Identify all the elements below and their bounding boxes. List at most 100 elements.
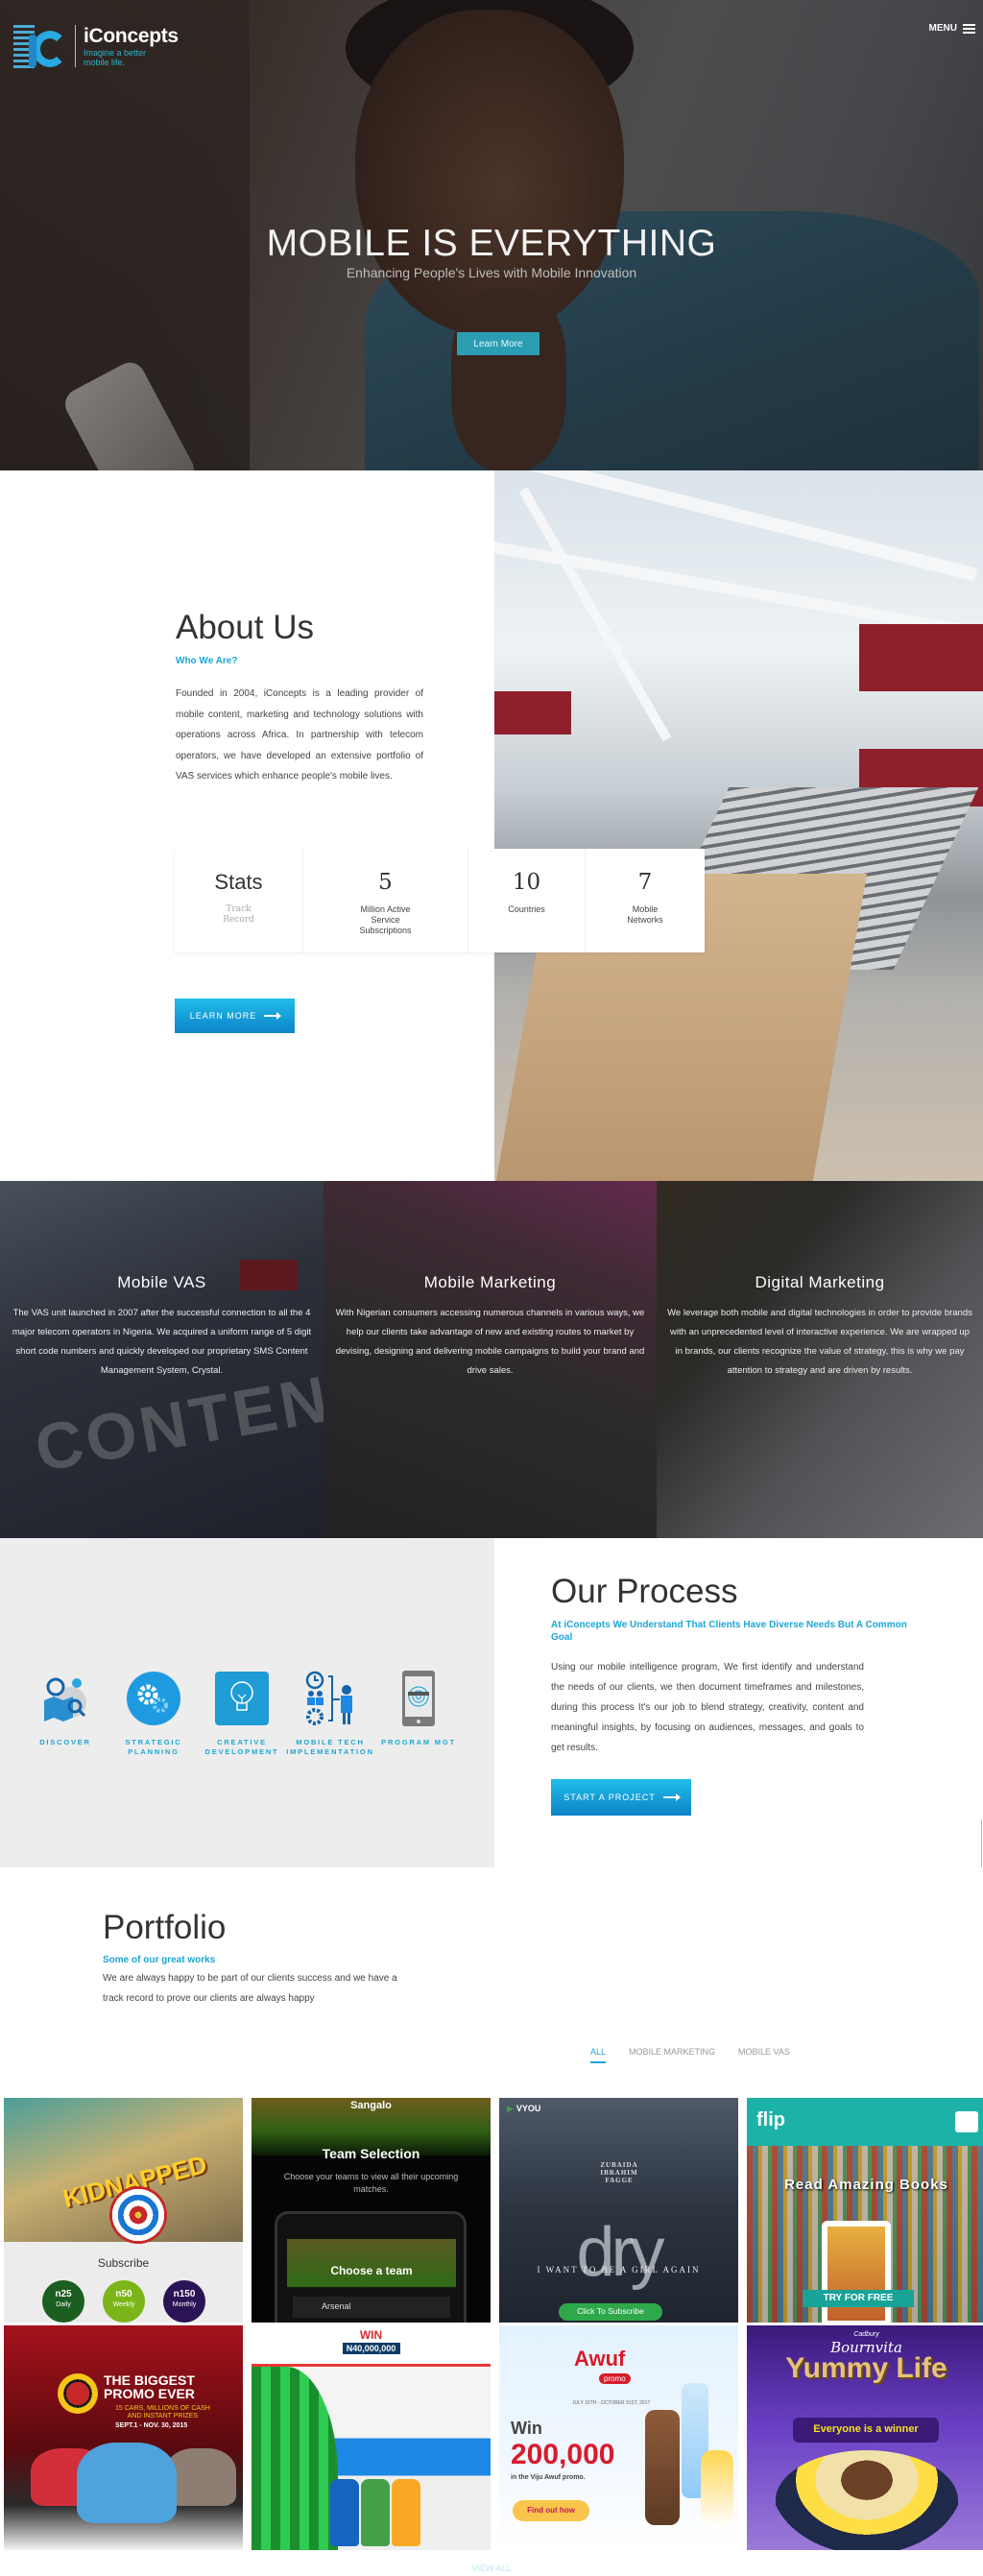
portfolio-item-flip[interactable]: flip Read Amazing Books TRY FOR FREE [747, 2098, 983, 2323]
viju-dates: JULY 15TH - OCTOBER 31ST, 2017 [572, 2400, 651, 2406]
portfolio-item-viju-awuf[interactable]: Awuf promo JULY 15TH - OCTOBER 31ST, 201… [499, 2325, 738, 2550]
bottle-yellow [392, 2479, 420, 2546]
win-headline: WIN N40,000,000 [252, 2329, 491, 2354]
view-all-link[interactable]: VIEW ALL [0, 2564, 983, 2573]
process-step-mobile-tech: MOBILE TECH IMPLEMENTATION [286, 1671, 374, 1757]
service-text: With Nigerian consumers accessing numero… [335, 1308, 645, 1376]
logo-tagline-1: Imagine a better [84, 48, 147, 58]
portfolio-item-bournvita[interactable]: Cadbury Bournvita Yummy Life Everyone is… [747, 2325, 983, 2550]
stats-caption: Track Record [223, 904, 254, 925]
scrollbar-indicator[interactable] [981, 1819, 982, 1867]
gulder-dates: SEPT.1 - NOV. 30, 2015 [115, 2422, 188, 2429]
service-mobile-vas: CONTENT Mobile VAS The VAS unit launched… [0, 1181, 324, 1538]
service-title: Mobile VAS [117, 1273, 206, 1291]
awuf-promo-tag: promo [599, 2373, 631, 2384]
phone-mockup: Choose a team Arsenal [275, 2211, 467, 2323]
viju-desc: in the Viju Awuf promo. [511, 2474, 586, 2481]
logo-name: iConcepts [84, 25, 179, 47]
film-credit: ZUBAIDA IBRAHIM FAGGE [600, 2161, 638, 2184]
process-title: Our Process [551, 1573, 738, 1610]
stats-panel: Stats Track Record 5 Million Active Serv… [175, 849, 705, 952]
process-step-discover: DISCOVER [21, 1671, 109, 1757]
portfolio-item-gulder[interactable]: THE BIGGEST PROMO EVER 15 CARS, MILLIONS … [4, 2325, 243, 2550]
yummy-life-headline: Yummy Life [785, 2352, 947, 2384]
hero-section: iConcepts Imagine a better mobile life. … [0, 0, 983, 470]
stat-value: 10 [512, 870, 541, 895]
try-for-free-button: TRY FOR FREE [803, 2290, 914, 2307]
start-project-label: START A PROJECT [563, 1793, 656, 1802]
stat-networks: 7 Mobile Networks [586, 849, 705, 952]
portfolio-item-vyou[interactable]: VYOU ZUBAIDA IBRAHIM FAGGE dry I WANT TO… [499, 2098, 738, 2323]
hero-subtitle: Enhancing People's Lives with Mobile Inn… [346, 265, 637, 280]
site-logo[interactable]: iConcepts Imagine a better mobile life. [13, 21, 179, 71]
logo-text: iConcepts Imagine a better mobile life. [84, 25, 179, 67]
portfolio-item-kidnapped[interactable]: KIDNAPPED Subscribe n25 Daily n50 Weekly n… [4, 2098, 243, 2323]
gulder-subline: 15 CARS, MILLIONS OF CASH AND INSTANT PRI… [115, 2405, 210, 2420]
stat-label: Countries [508, 904, 545, 914]
tablet-book-cover [822, 2221, 891, 2323]
sangalo-desc: Choose your teams to view all their upco… [283, 2172, 459, 2194]
plan-weekly: n50 Weekly [103, 2280, 145, 2323]
filter-all[interactable]: ALL [590, 2047, 607, 2063]
learn-more-label: LEARN MORE [189, 1011, 257, 1021]
film-tagline: I WANT TO BE A GIRL AGAIN [537, 2265, 701, 2275]
portfolio-text: We are always happy to be part of our cl… [103, 1973, 397, 2004]
menu-button[interactable]: MENU [929, 23, 975, 34]
portfolio-item-morning-fresh[interactable]: WIN N40,000,000 [252, 2325, 491, 2550]
filter-mobile-vas[interactable]: MOBILE VAS [738, 2047, 790, 2057]
vyou-brand: VYOU [507, 2104, 541, 2114]
viju-amount: 200,000 [511, 2439, 615, 2470]
family-image [776, 2450, 958, 2550]
stat-subscriptions: 5 Million Active Service Subscriptions [303, 849, 468, 952]
service-digital-marketing: Digital Marketing We leverage both mobil… [657, 1181, 983, 1538]
process-steps: DISCOVER STRATEGIC PLANNING CREATIVE DEV… [21, 1671, 463, 1757]
process-step-program-mgt: PROGRAM MGT [374, 1671, 463, 1757]
arrow-right-icon [264, 1012, 282, 1020]
gulder-headline: THE BIGGEST PROMO EVER [104, 2372, 195, 2401]
logo-divider [75, 25, 76, 67]
logo-tagline-2: mobile life. [84, 58, 126, 67]
service-mobile-marketing: Mobile Marketing With Nigerian consumers… [324, 1181, 657, 1538]
lightbulb-icon [214, 1671, 270, 1726]
team-row: Arsenal [293, 2297, 450, 2318]
fingerprint-phone-icon [391, 1671, 446, 1726]
stat-countries: 10 Countries [468, 849, 586, 952]
blue-car-image [77, 2443, 177, 2523]
search-menu-icon [955, 2111, 978, 2132]
process-subtitle: At iConcepts We Understand That Clients … [551, 1620, 907, 1643]
hero-learn-more-button[interactable]: Learn More [457, 332, 539, 355]
about-text: Founded in 2004, iConcepts is a leading … [176, 688, 423, 782]
service-text: We leverage both mobile and digital tech… [667, 1308, 972, 1376]
start-project-button[interactable]: START A PROJECT [551, 1779, 691, 1816]
stat-label: Million Active Service Subscriptions [359, 904, 412, 935]
logo-ic-icon [13, 21, 71, 71]
click-to-subscribe-button: Click To Subscribe [559, 2303, 662, 2321]
bottle-green [361, 2479, 390, 2546]
hamburger-icon [963, 23, 975, 34]
portfolio-title: Portfolio [103, 1909, 227, 1946]
service-title: Digital Marketing [755, 1273, 885, 1291]
stat-value: 5 [378, 870, 393, 895]
stat-value: 7 [637, 870, 653, 895]
target-icon [109, 2186, 167, 2244]
portfolio-grid: KIDNAPPED Subscribe n25 Daily n50 Weekly n… [4, 2098, 983, 2550]
process-step-label: DISCOVER [39, 1738, 91, 1746]
gears-icon [126, 1671, 181, 1726]
stats-heading-cell: Stats Track Record [175, 849, 303, 952]
winner-tagline: Everyone is a winner [793, 2418, 939, 2443]
portfolio-item-sangalo[interactable]: Sangalo Team Selection Choose your teams… [252, 2098, 491, 2323]
service-text: The VAS unit launched in 2007 after the … [12, 1308, 312, 1376]
stat-label: Mobile Networks [627, 904, 663, 925]
process-step-label: MOBILE TECH IMPLEMENTATION [286, 1738, 374, 1756]
bottle-blue [330, 2479, 359, 2546]
process-step-strategic-planning: STRATEGIC PLANNING [109, 1671, 198, 1757]
flip-brand: flip [756, 2109, 785, 2131]
filter-mobile-marketing[interactable]: MOBILE MARKETING [629, 2047, 715, 2057]
arrow-right-icon [662, 1794, 681, 1801]
process-step-label: CREATIVE DEVELOPMENT [204, 1738, 279, 1756]
team-icon [302, 1671, 358, 1726]
sangalo-brand: Sangalo [350, 2100, 392, 2111]
about-learn-more-button[interactable]: LEARN MORE [175, 999, 295, 1033]
process-text: Using our mobile intelligence program, W… [551, 1662, 864, 1753]
sangalo-title: Team Selection [322, 2146, 420, 2161]
